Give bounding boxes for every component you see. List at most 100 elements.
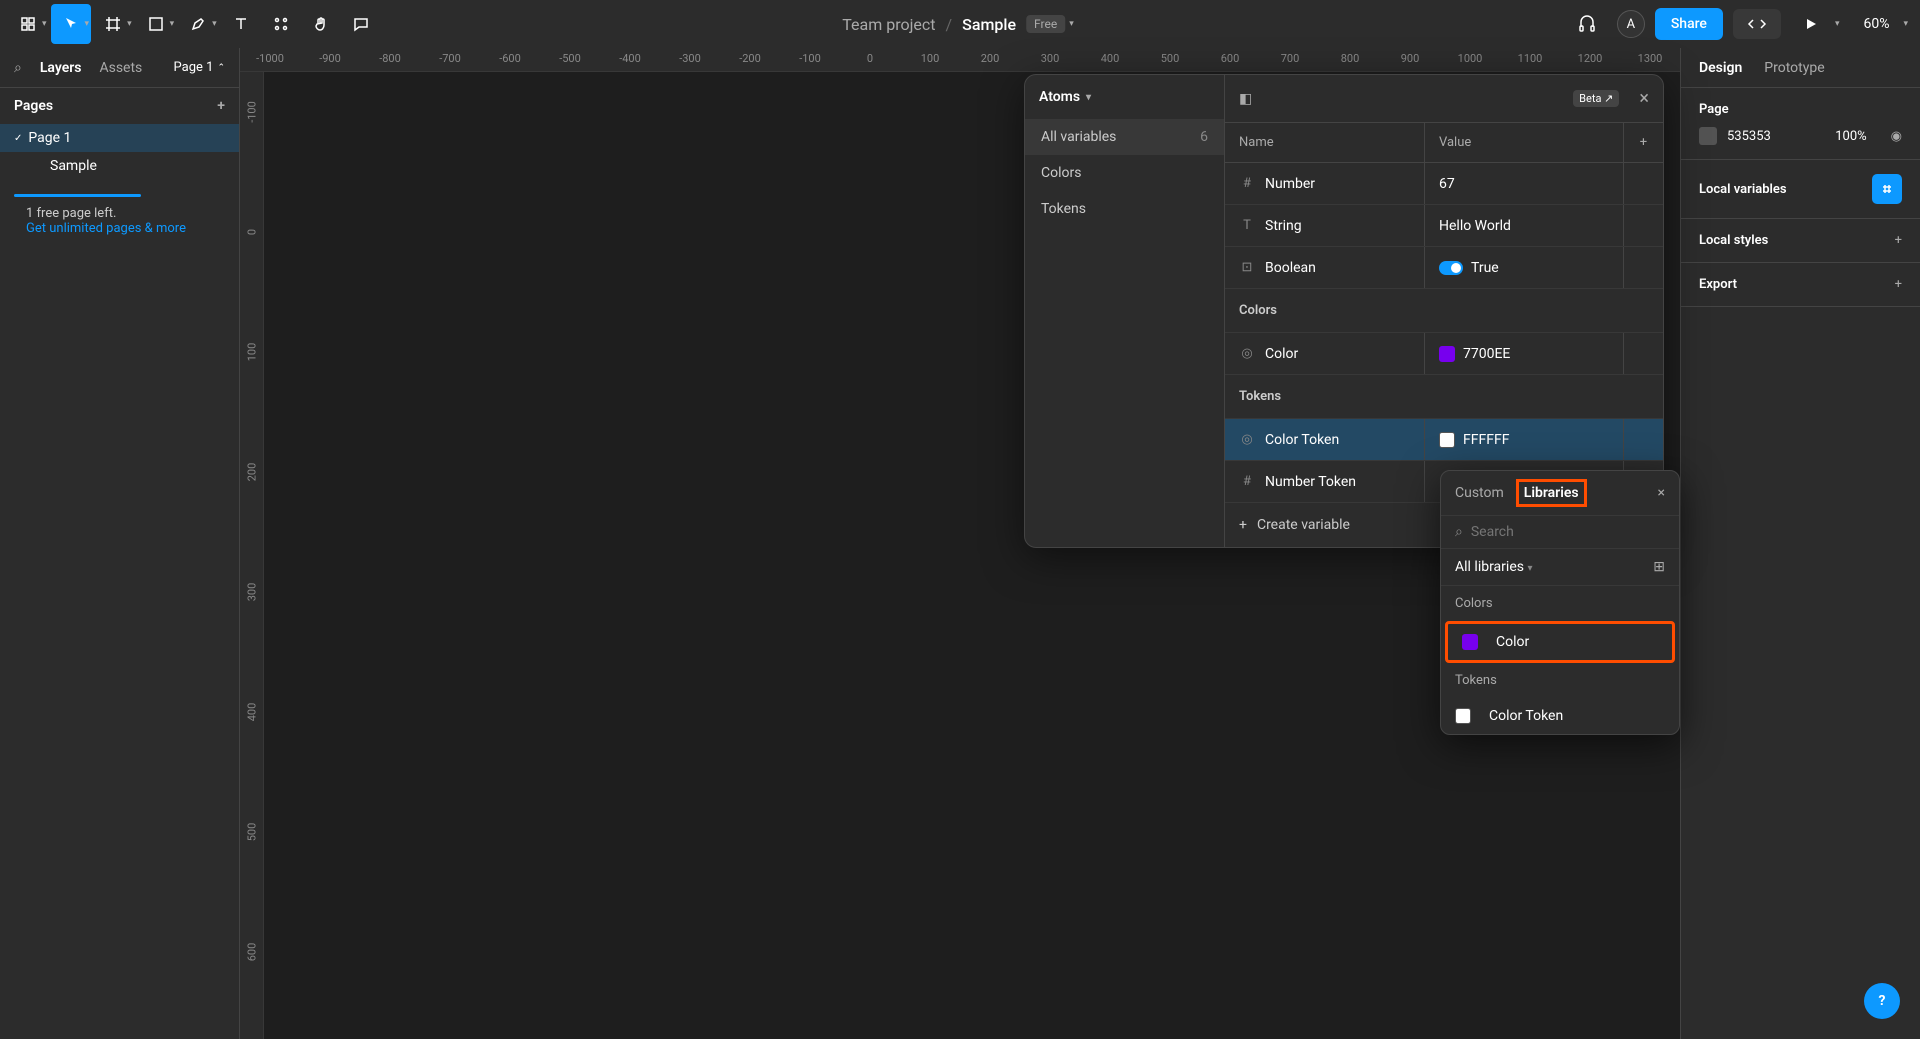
variable-value: FFFFFF [1463, 432, 1509, 448]
beta-badge: Beta ↗ [1573, 90, 1619, 107]
local-variables-button[interactable] [1872, 174, 1902, 204]
variable-name: Number Token [1265, 474, 1356, 490]
hand-tool[interactable] [301, 4, 341, 44]
variable-value: Hello World [1439, 218, 1511, 234]
chevron-down-icon[interactable]: ▾ [85, 19, 90, 29]
chevron-down-icon[interactable]: ▾ [42, 19, 47, 29]
user-avatar[interactable]: A [1617, 10, 1645, 38]
page-item[interactable]: ✓ Page 1 [0, 124, 239, 152]
chevron-down-icon[interactable]: ▾ [170, 19, 175, 29]
chevron-down-icon[interactable]: ▾ [1069, 19, 1074, 29]
dev-mode-button[interactable] [1733, 9, 1781, 39]
search-icon[interactable]: ⌕ [14, 60, 22, 76]
chevron-down-icon[interactable]: ▾ [127, 19, 132, 29]
group-colors: Colors [1225, 289, 1663, 333]
variable-row[interactable]: ◎ Color 7700EE [1225, 333, 1663, 375]
add-style-button[interactable]: + [1895, 233, 1902, 248]
group-tokens: Tokens [1225, 375, 1663, 419]
variable-row[interactable]: T String Hello World [1225, 205, 1663, 247]
section-tokens: Tokens [1441, 663, 1679, 698]
share-button[interactable]: Share [1655, 8, 1723, 40]
tab-prototype[interactable]: Prototype [1764, 60, 1824, 76]
type-icon: ⊡ [1239, 260, 1255, 276]
local-styles-label: Local styles [1699, 233, 1768, 248]
tab-design[interactable]: Design [1699, 60, 1742, 76]
variable-name: Color Token [1265, 432, 1339, 448]
upsell-banner[interactable]: 1 free page left. Get unlimited pages & … [14, 194, 225, 248]
help-button[interactable]: ? [1864, 983, 1900, 1019]
chevron-down-icon[interactable]: ▾ [212, 19, 217, 29]
horizontal-ruler: -1000-900-800-700-600-500-400-300-200-10… [240, 48, 1680, 72]
color-swatch [1455, 708, 1471, 724]
comment-tool[interactable] [341, 4, 381, 44]
eye-icon[interactable]: ◉ [1891, 129, 1902, 144]
text-tool[interactable] [221, 4, 261, 44]
chevron-down-icon[interactable]: ▾ [1835, 19, 1840, 29]
variable-name: String [1265, 218, 1302, 234]
add-export-button[interactable]: + [1895, 277, 1902, 292]
variable-value: 67 [1439, 176, 1455, 192]
resources-tool[interactable] [261, 4, 301, 44]
type-icon: ◎ [1239, 432, 1255, 448]
color-swatch [1439, 346, 1455, 362]
variable-row[interactable]: ◎ Color Token FFFFFF [1225, 419, 1663, 461]
bg-opacity[interactable]: 100% [1835, 129, 1866, 144]
team-name: Team project [842, 15, 935, 34]
library-item-token[interactable]: Color Token [1441, 698, 1679, 734]
category-tokens[interactable]: Tokens [1025, 191, 1224, 227]
library-item-color[interactable]: Color [1448, 624, 1672, 660]
variable-row[interactable]: ⊡BooleanTrue [1225, 247, 1663, 289]
variable-row[interactable]: # Number 67 [1225, 163, 1663, 205]
export-label: Export [1699, 277, 1737, 292]
grid-icon[interactable]: ⊞ [1653, 559, 1665, 575]
column-name: Name [1225, 123, 1425, 162]
type-icon: ◎ [1239, 346, 1255, 362]
color-swatch [1462, 634, 1478, 650]
variable-name: Color [1265, 346, 1298, 362]
close-icon[interactable]: × [1658, 485, 1665, 501]
sidebar-toggle-icon[interactable]: ◧ [1239, 91, 1252, 107]
library-filter[interactable]: All libraries ▾ ⊞ [1441, 549, 1679, 586]
type-icon: # [1239, 176, 1255, 192]
type-icon: T [1239, 218, 1255, 234]
category-colors[interactable]: Colors [1025, 155, 1224, 191]
upsell-text: 1 free page left. [26, 206, 213, 221]
add-page-button[interactable]: + [217, 98, 225, 114]
section-colors: Colors [1441, 586, 1679, 621]
page-selector[interactable]: Page 1 ⌃ [174, 60, 225, 75]
zoom-level[interactable]: 60% [1853, 16, 1899, 32]
bg-color-value[interactable]: 535353 [1727, 129, 1771, 144]
variable-name: Boolean [1265, 260, 1316, 276]
file-title[interactable]: Team project / Sample Free ▾ [842, 15, 1077, 34]
category-all[interactable]: All variables 6 [1025, 119, 1224, 155]
variable-name: Number [1265, 176, 1315, 192]
tab-assets[interactable]: Assets [99, 60, 142, 76]
variables-sidebar: Atoms ▾ All variables 6 Colors Tokens [1025, 75, 1225, 547]
type-icon: # [1239, 474, 1255, 490]
color-swatch [1439, 432, 1455, 448]
collection-selector[interactable]: Atoms ▾ [1025, 75, 1224, 119]
left-panel: ⌕ Layers Assets Page 1 ⌃ Pages + ✓ Page … [0, 48, 240, 1039]
add-mode-button[interactable]: + [1623, 123, 1663, 162]
audio-icon[interactable] [1567, 4, 1607, 44]
tab-layers[interactable]: Layers [40, 60, 82, 76]
page-item[interactable]: Sample [0, 152, 239, 180]
column-value: Value [1425, 123, 1623, 162]
library-search-input[interactable] [1471, 524, 1665, 540]
bg-color-swatch[interactable] [1699, 127, 1717, 145]
page-section-heading: Page [1699, 102, 1902, 117]
vertical-ruler: -1000100200300400500600700800 [240, 72, 264, 1039]
chevron-down-icon[interactable]: ▾ [1903, 19, 1908, 29]
plan-badge: Free [1026, 15, 1065, 33]
close-icon[interactable]: × [1639, 88, 1649, 109]
check-icon: ✓ [14, 133, 22, 144]
tab-custom[interactable]: Custom [1455, 485, 1504, 501]
boolean-toggle[interactable] [1439, 261, 1463, 275]
upsell-link[interactable]: Get unlimited pages & more [26, 221, 213, 236]
top-toolbar: ▾ ▾ ▾ ▾ ▾ Team project / Sample Free ▾ A… [0, 0, 1920, 48]
tab-libraries[interactable]: Libraries [1518, 481, 1585, 505]
variable-value: 7700EE [1463, 346, 1510, 362]
pages-heading: Pages [14, 98, 53, 114]
right-panel: Design Prototype Page 535353 100% ◉ Loca… [1680, 48, 1920, 1039]
present-button[interactable] [1791, 4, 1831, 44]
